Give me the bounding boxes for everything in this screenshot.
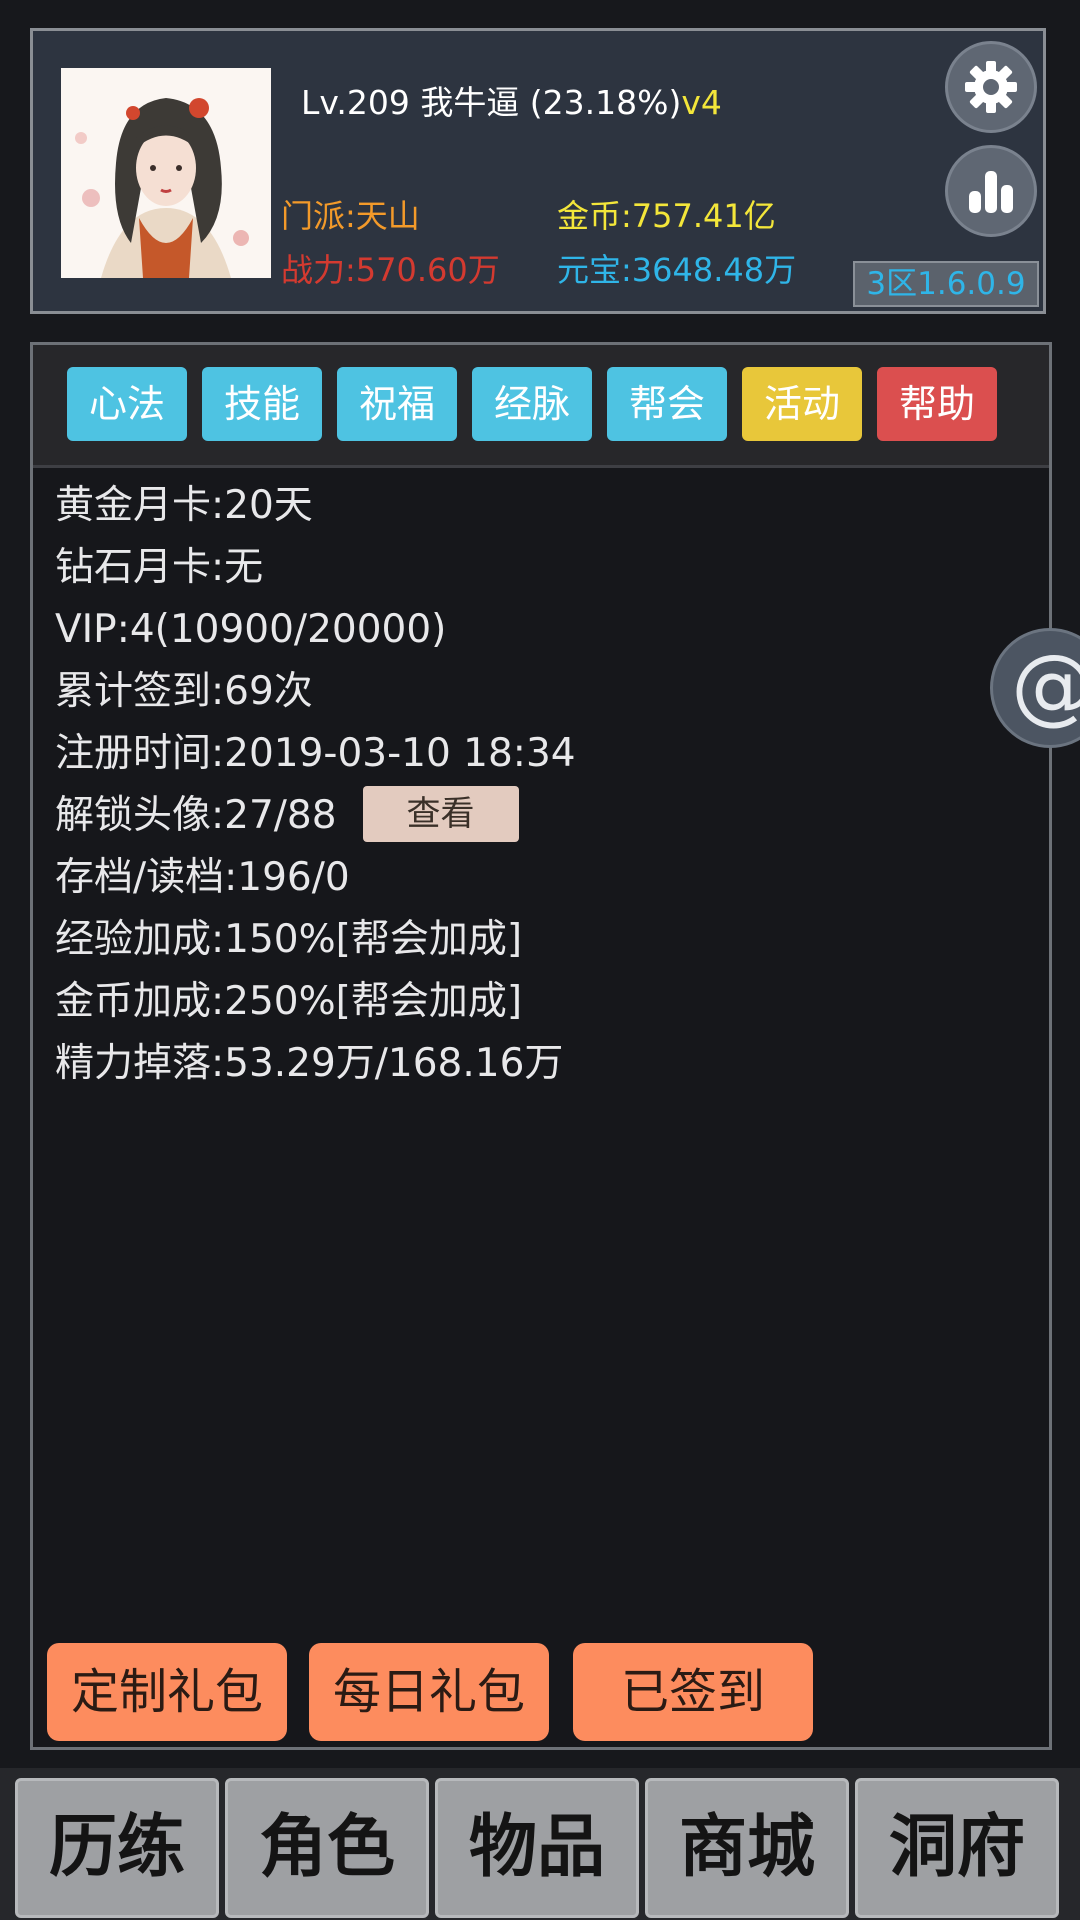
tab-meridians[interactable]: 经脉 <box>472 367 592 441</box>
settings-button[interactable] <box>945 41 1037 133</box>
register-time: 注册时间:2019-03-10 18:34 <box>55 731 576 776</box>
daily-gift-pack-button[interactable]: 每日礼包 <box>309 1643 549 1741</box>
function-tab-bar: 心法 技能 祝福 经脉 帮会 活动 帮助 <box>33 345 1049 468</box>
tab-blessing[interactable]: 祝福 <box>337 367 457 441</box>
unlocked-avatars: 解锁头像:27/88 <box>55 793 337 838</box>
level-line: Lv.209 我牛逼 (23.18%)v4 <box>301 76 722 124</box>
avatar-portrait-icon <box>61 68 271 278</box>
player-avatar[interactable] <box>61 68 271 278</box>
tab-guild[interactable]: 帮会 <box>607 367 727 441</box>
custom-gift-pack-button[interactable]: 定制礼包 <box>47 1643 287 1741</box>
gold-coin-label: 金币:757.41亿 <box>557 197 776 235</box>
energy-drop: 精力掉落:53.29万/168.16万 <box>55 1041 564 1086</box>
main-panel: 心法 技能 祝福 经脉 帮会 活动 帮助 黄金月卡:20天 钻石月卡:无 VIP… <box>30 342 1052 1750</box>
tab-events[interactable]: 活动 <box>742 367 862 441</box>
save-load-count: 存档/读档:196/0 <box>55 855 350 900</box>
nav-training[interactable]: 历练 <box>15 1778 219 1918</box>
server-version-badge: 3区1.6.0.9 <box>853 261 1039 307</box>
bottom-nav: 历练 角色 物品 商城 洞府 <box>0 1768 1080 1920</box>
tab-skills[interactable]: 技能 <box>202 367 322 441</box>
gold-bonus: 金币加成:250%[帮会加成] <box>55 979 523 1024</box>
nav-items[interactable]: 物品 <box>435 1778 639 1918</box>
view-avatars-button[interactable]: 查看 <box>362 785 519 842</box>
exp-bonus: 经验加成:150%[帮会加成] <box>55 917 523 962</box>
tab-help[interactable]: 帮助 <box>877 367 997 441</box>
gold-month-card: 黄金月卡:20天 <box>55 483 313 528</box>
level-name-progress: Lv.209 我牛逼 (23.18%) <box>301 83 682 122</box>
yuanbao-label: 元宝:3648.48万 <box>557 251 797 289</box>
nav-shop[interactable]: 商城 <box>645 1778 849 1918</box>
vip-progress: VIP:4(10900/20000) <box>55 607 447 652</box>
ranking-button[interactable] <box>945 145 1037 237</box>
nav-character[interactable]: 角色 <box>225 1778 429 1918</box>
vip-tag: v4 <box>681 83 722 122</box>
nav-cave[interactable]: 洞府 <box>855 1778 1059 1918</box>
gear-icon <box>965 61 1017 113</box>
tab-xinfa[interactable]: 心法 <box>67 367 187 441</box>
checked-in-button[interactable]: 已签到 <box>573 1643 813 1741</box>
sect-label: 门派:天山 <box>281 197 420 235</box>
bar-chart-icon <box>969 171 1013 213</box>
unlocked-avatars-row: 解锁头像:27/88 查看 <box>55 785 576 847</box>
total-checkins: 累计签到:69次 <box>55 669 313 714</box>
combat-power-label: 战力:570.60万 <box>281 251 500 289</box>
diamond-month-card: 钻石月卡:无 <box>55 545 264 590</box>
player-header: Lv.209 我牛逼 (23.18%)v4 门派:天山 战力:570.60万 金… <box>30 28 1046 314</box>
account-info-list: 黄金月卡:20天 钻石月卡:无 VIP:4(10900/20000) 累计签到:… <box>55 475 576 1095</box>
